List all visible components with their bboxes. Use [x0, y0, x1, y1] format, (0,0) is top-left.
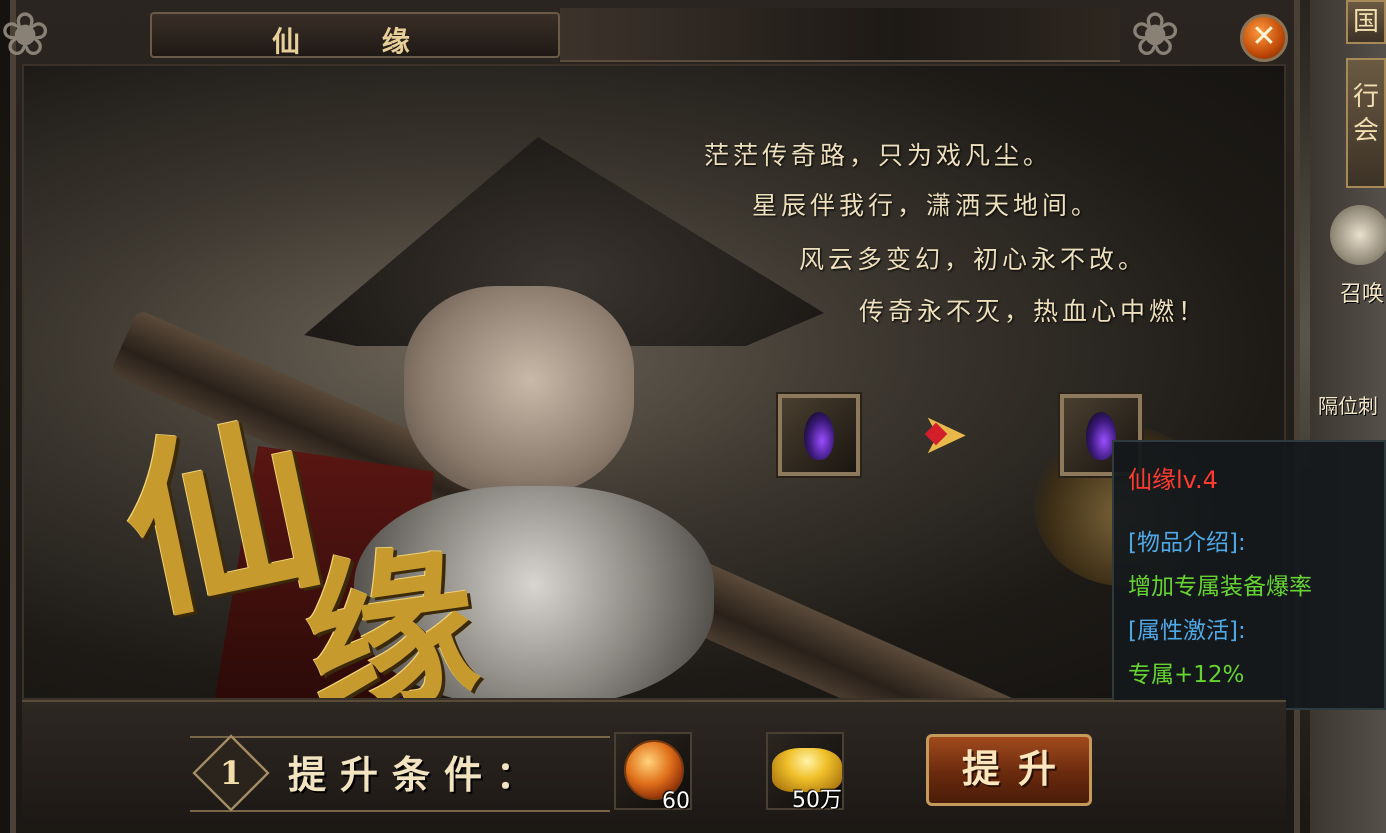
- cost-orb-amount: 60: [662, 789, 690, 814]
- dragon-ornament-left-icon: ❀: [0, 0, 51, 70]
- tooltip-attr-label: [属性激活]:: [1128, 618, 1246, 644]
- summon-skull-icon[interactable]: [1330, 205, 1386, 265]
- skill-label: 隔位刺: [1318, 394, 1378, 418]
- title-bar: 仙 缘: [150, 12, 560, 58]
- current-item-slot[interactable]: [778, 394, 860, 476]
- summon-label: 召唤: [1340, 282, 1385, 307]
- upgrade-arrow-icon: ➤: [910, 400, 980, 470]
- poem-line-3: 风云多变幻，初心永不改。: [799, 245, 1148, 274]
- tooltip-intro-label: [物品介绍]:: [1128, 530, 1246, 556]
- cost-gold-amount: 50万: [792, 788, 842, 813]
- tooltip-title: 仙缘lv.4: [1128, 466, 1218, 494]
- cost-item-orb[interactable]: 60: [614, 732, 692, 814]
- poem-line-4: 传奇永不灭，热血心中燃！: [859, 297, 1208, 326]
- tooltip-attr-text: 专属+12%: [1128, 662, 1245, 688]
- close-button[interactable]: ✕: [1240, 14, 1288, 62]
- hero-face-illustration: [404, 286, 634, 496]
- item-tooltip: 仙缘lv.4 [物品介绍]: 增加专属装备爆率 [属性激活]: 专属+12%: [1112, 440, 1386, 710]
- upgrade-button[interactable]: 提升: [926, 734, 1092, 806]
- step-number: 1: [219, 754, 243, 792]
- side-button-top[interactable]: 国: [1346, 0, 1386, 44]
- window-title: 仙 缘: [272, 25, 446, 58]
- poem-line-2: 星辰伴我行，潇洒天地间。: [752, 191, 1101, 220]
- purple-gem-icon: [804, 412, 834, 460]
- title-bar-decoration: [560, 8, 1120, 62]
- condition-label: 提升条件：: [288, 752, 549, 797]
- side-button-guild[interactable]: 行会: [1346, 58, 1386, 188]
- dragon-ornament-right-icon: ❀: [1130, 0, 1181, 70]
- cost-item-gold[interactable]: 50万: [766, 732, 844, 813]
- banner-artwork: 仙 缘 茫茫传奇路，只为戏凡尘。 星辰伴我行，潇洒天地间。 风云多变幻，初心永不…: [22, 64, 1286, 700]
- tooltip-intro-text: 增加专属装备爆率: [1128, 574, 1312, 600]
- calligraphy-yuan: 缘: [292, 522, 490, 700]
- close-icon: ✕: [1251, 19, 1277, 54]
- poem-line-1: 茫茫传奇路，只为戏凡尘。: [704, 141, 1053, 170]
